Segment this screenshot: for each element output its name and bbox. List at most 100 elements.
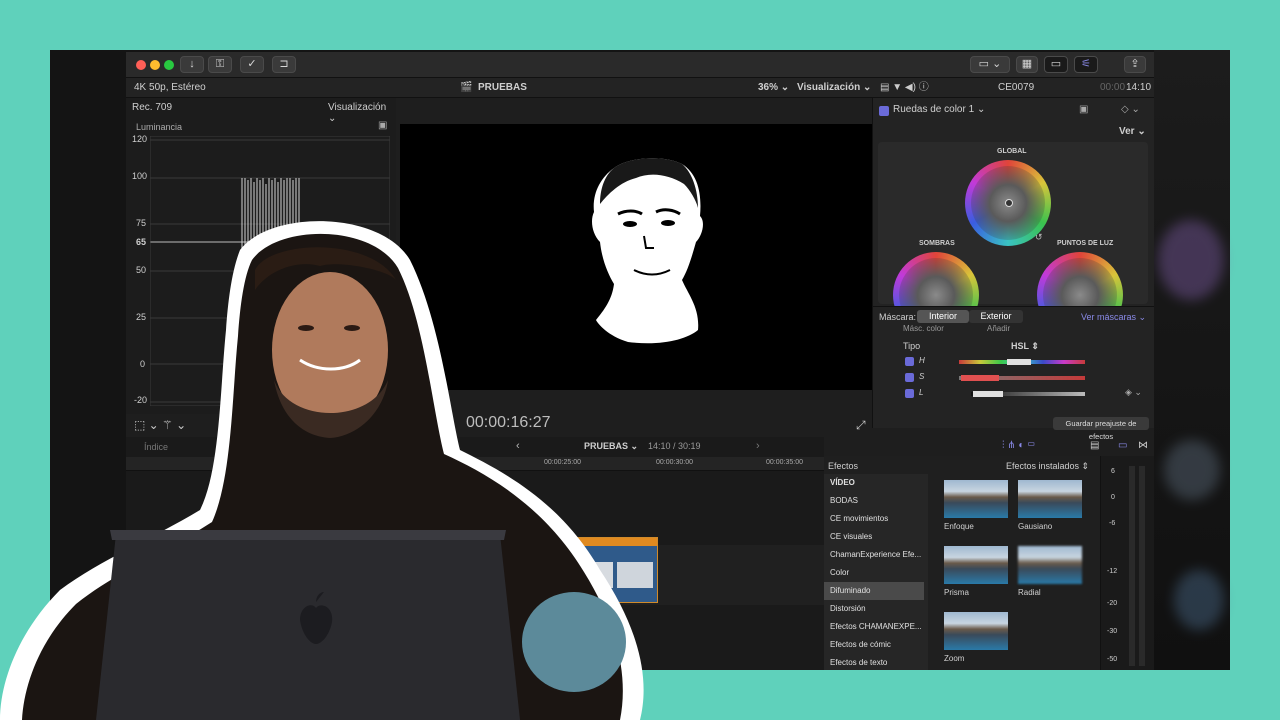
meter-bar-right	[1139, 466, 1145, 666]
clip-appearance-icon[interactable]: ▤	[1090, 440, 1099, 451]
effect-thumbnail[interactable]	[1018, 546, 1082, 584]
effect-label: Prisma	[944, 588, 969, 597]
type-label: Tipo	[903, 341, 921, 351]
add-mask-button[interactable]: Añadir	[987, 324, 1010, 333]
saturation-label: S	[919, 372, 925, 381]
scope-standard: Rec. 709	[132, 102, 173, 113]
ruler-mark: 00:00:35:00	[766, 459, 803, 466]
mask-section: Máscara: Interior Exterior Ver máscaras …	[873, 306, 1154, 441]
clip-time: 14:10	[1126, 82, 1152, 93]
category-item-selected[interactable]: Difuminado	[824, 582, 924, 600]
title-bar: ↓ ⚿ ✓ ⊐ ▭ ⌄ ▦ ▭ ⚟ ⇪	[126, 52, 1154, 78]
meter-tick: 0	[1111, 494, 1115, 501]
keyframe-icon[interactable]: ◈ ⌄	[1125, 387, 1142, 398]
luma-range-handle[interactable]	[973, 391, 1003, 397]
audio-tools-icons[interactable]: ⫶ ⋔ ◐ ▭	[1002, 440, 1035, 451]
transitions-browser-icon[interactable]: ⋈	[1138, 440, 1148, 451]
hue-checkbox[interactable]	[905, 357, 914, 366]
inspector-tab-icons[interactable]: ▤ ▼ ◀) ⓘ	[880, 78, 929, 98]
check-icon: ✓	[247, 58, 257, 70]
mask-outside-button[interactable]: Exterior	[969, 310, 1023, 323]
meter-tick: -20	[1107, 600, 1118, 607]
save-preset-button[interactable]: Guardar preajuste de efectos	[1053, 417, 1149, 441]
clip-name: CE0079	[998, 82, 1035, 93]
hue-range-handle[interactable]	[1007, 359, 1031, 365]
category-item[interactable]: Efectos de cómic	[824, 636, 924, 654]
wheel-label-highlights: PUNTOS DE LUZ	[1057, 240, 1114, 247]
saturation-range-handle[interactable]	[961, 375, 999, 381]
category-item[interactable]: Color	[824, 564, 924, 582]
luma-label: L	[919, 388, 924, 397]
effects-browser-icon[interactable]: ▭	[1118, 440, 1127, 451]
keywords-button[interactable]: ⚿	[208, 56, 232, 73]
meter-tick: -50	[1107, 656, 1118, 663]
meter-tick: -6	[1109, 520, 1116, 527]
effect-label: Radial	[1018, 588, 1041, 597]
forward-icon[interactable]: ›	[756, 440, 760, 452]
share-icon: ⇪	[1130, 58, 1140, 70]
global-wheel-puck[interactable]	[1005, 199, 1013, 207]
effect-label: Enfoque	[944, 522, 974, 531]
clapper-icon: 🎬	[460, 82, 473, 93]
background-tasks-button[interactable]: ✓	[240, 56, 264, 73]
meter-tick: 6	[1111, 468, 1115, 475]
category-item[interactable]: Efectos CHAMANEXPE...	[824, 618, 924, 636]
tag-button[interactable]: ⊐	[272, 56, 296, 73]
keyframe-icon[interactable]: ◇ ⌄	[1121, 104, 1140, 115]
reset-wheel-icon[interactable]: ↺	[1035, 232, 1043, 243]
viewer-view-dropdown[interactable]: Visualización ⌄	[797, 78, 871, 98]
effects-browser: Efectos Efectos instalados ⇕ VÍDEO BODAS…	[824, 456, 1154, 670]
saturation-checkbox[interactable]	[905, 373, 914, 382]
workspace-button[interactable]: ▭ ⌄	[970, 56, 1010, 73]
effect-name-dropdown[interactable]: Ruedas de color 1 ⌄	[893, 104, 985, 115]
effect-enable-checkbox[interactable]	[879, 106, 889, 116]
meter-tick: -12	[1107, 568, 1118, 575]
category-list: VÍDEO BODAS CE movimientos CE visuales C…	[824, 474, 928, 670]
category-item[interactable]: VÍDEO	[824, 474, 924, 492]
fullscreen-icon[interactable]: ⤢	[856, 418, 866, 433]
effect-thumbnail[interactable]	[1018, 480, 1082, 518]
share-button[interactable]: ⇪	[1124, 56, 1146, 73]
ruler-mark: 00:00:30:00	[656, 459, 693, 466]
effect-thumbnail[interactable]	[944, 612, 1008, 650]
sliders-icon: ⚟	[1081, 58, 1091, 70]
category-item[interactable]: ChamanExperience Efe...	[824, 546, 924, 564]
wheel-label-shadows: SOMBRAS	[919, 240, 955, 247]
category-item[interactable]: CE movimientos	[824, 510, 924, 528]
effect-label: Zoom	[944, 654, 965, 663]
category-item[interactable]: BODAS	[824, 492, 924, 510]
luma-checkbox[interactable]	[905, 389, 914, 398]
meter-tick: -30	[1107, 628, 1118, 635]
effect-thumbnail[interactable]	[944, 546, 1008, 584]
project-format: 4K 50p, Estéreo	[134, 82, 206, 93]
category-item[interactable]: Efectos de texto	[824, 654, 924, 670]
grid-icon: ▦	[1021, 58, 1033, 70]
zoom-window-button[interactable]	[164, 60, 174, 70]
color-inspector: Ruedas de color 1 ⌄ ▣ ◇ ⌄ Ver ⌄ GLOBAL S…	[872, 98, 1154, 441]
key-icon: ⚿	[215, 58, 225, 70]
timeline-toggle-button[interactable]: ▭	[1044, 56, 1068, 73]
scope-title: Luminancia	[136, 122, 183, 132]
project-name: PRUEBAS	[478, 82, 527, 93]
type-dropdown[interactable]: HSL ⇕	[1011, 341, 1039, 352]
see-masks-dropdown[interactable]: Ver máscaras ⌄	[1081, 312, 1146, 323]
close-window-button[interactable]	[136, 60, 146, 70]
browser-toggle-button[interactable]: ▦	[1016, 56, 1038, 73]
effect-thumbnail[interactable]	[944, 480, 1008, 518]
category-item[interactable]: Distorsión	[824, 600, 924, 618]
minimize-window-button[interactable]	[150, 60, 160, 70]
view-dropdown[interactable]: Ver ⌄	[1119, 126, 1146, 137]
import-button[interactable]: ↓	[180, 56, 204, 73]
meter-bar-left	[1129, 466, 1135, 666]
mask-shape-icon[interactable]: ▣	[1079, 104, 1088, 115]
scope-settings-icon[interactable]: ▣	[378, 120, 387, 131]
zoom-dropdown[interactable]: 36% ⌄	[758, 78, 789, 98]
category-item[interactable]: CE visuales	[824, 528, 924, 546]
mask-label: Máscara:	[879, 312, 917, 322]
installed-effects-dropdown[interactable]: Efectos instalados ⇕	[1006, 461, 1089, 472]
tag-icon: ⊐	[279, 58, 289, 70]
effects-title: Efectos	[828, 461, 859, 471]
inspector-toggle-button[interactable]: ⚟	[1074, 56, 1098, 73]
mask-inside-button[interactable]: Interior	[917, 310, 969, 323]
viewer-header: 4K 50p, Estéreo 🎬 PRUEBAS 36% ⌄ Visualiz…	[126, 78, 1154, 98]
